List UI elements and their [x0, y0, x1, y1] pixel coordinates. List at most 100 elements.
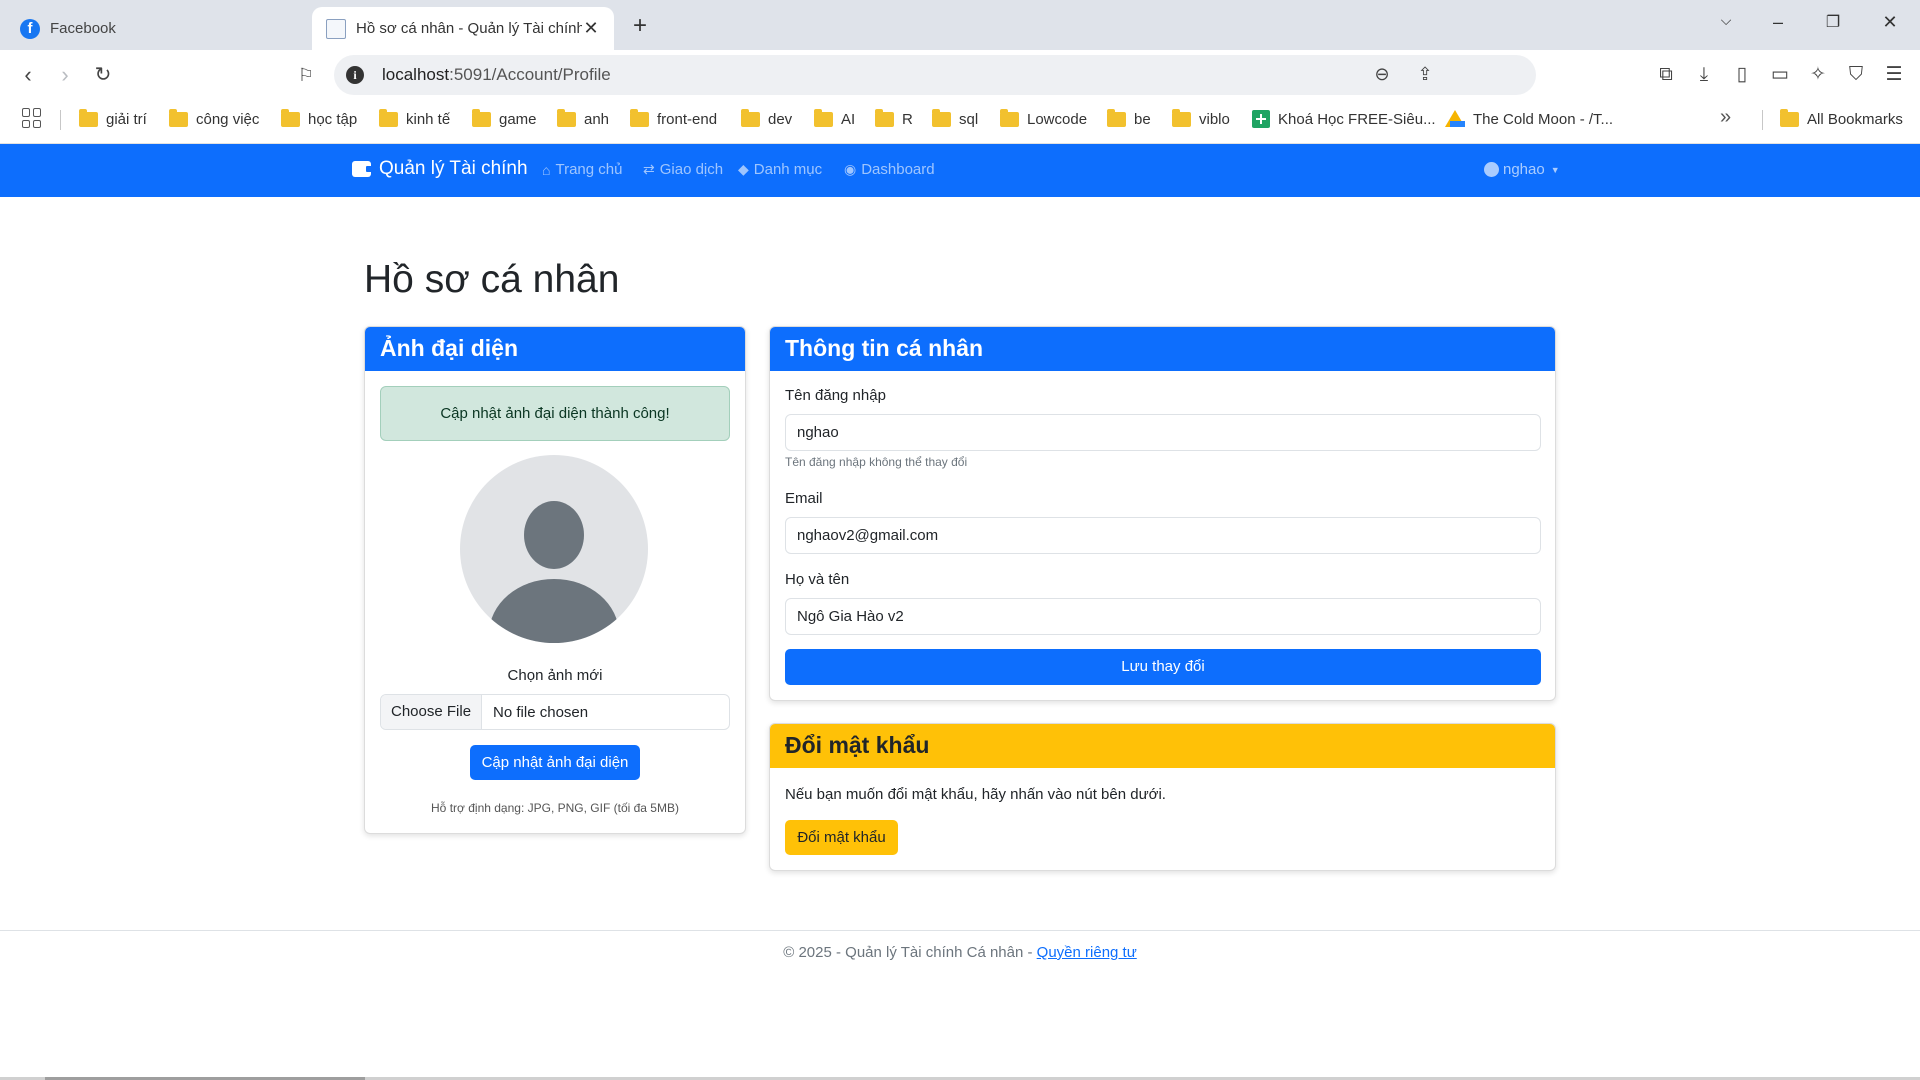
all-bookmarks[interactable]: All Bookmarks	[1780, 108, 1903, 130]
leo-ai-icon[interactable]: ✧	[1805, 62, 1831, 88]
file-input[interactable]: Choose File No file chosen	[380, 694, 730, 730]
gauge-icon: ◉	[844, 161, 857, 177]
format-hint: Hỗ trợ định dạng: JPG, PNG, GIF (tối đa …	[431, 801, 679, 815]
bookmark-label: công việc	[196, 110, 260, 128]
privacy-link[interactable]: Quyền riêng tư	[1037, 944, 1137, 961]
tab-facebook[interactable]: f Facebook	[6, 7, 306, 50]
apps-icon[interactable]	[22, 108, 42, 128]
exchange-icon: ⇄	[643, 161, 655, 177]
menu-icon[interactable]: ☰	[1881, 62, 1907, 88]
tags-icon: ◆	[738, 161, 749, 177]
bookmark-folder[interactable]: anh	[557, 108, 609, 130]
bookmark-folder[interactable]: game	[472, 108, 537, 130]
save-changes-button[interactable]: Lưu thay đổi	[785, 649, 1541, 685]
nav-categories[interactable]: ◆ Danh mục	[738, 161, 822, 178]
nav-label: Danh mục	[753, 161, 823, 178]
folder-icon	[557, 108, 576, 127]
update-avatar-button[interactable]: Cập nhật ảnh đại diện	[470, 745, 640, 780]
bookmark-folder[interactable]: viblo	[1172, 108, 1230, 130]
nav-label: Dashboard	[861, 161, 935, 178]
page-title: Hồ sơ cá nhân	[364, 258, 620, 301]
folder-icon	[814, 108, 833, 127]
brand-link[interactable]: Quản lý Tài chính	[352, 158, 528, 180]
bookmark-separator	[60, 110, 61, 130]
bookmark-folder[interactable]: dev	[741, 108, 792, 130]
bookmark-folder[interactable]: học tập	[281, 108, 357, 130]
folder-icon	[1107, 108, 1126, 127]
reload-button[interactable]: ↻	[89, 62, 117, 88]
bookmark-folder[interactable]: Lowcode	[1000, 108, 1087, 130]
bookmark-folder[interactable]: R	[875, 108, 913, 130]
sidebar-icon[interactable]: ▯	[1729, 62, 1755, 88]
tab-title: Facebook	[50, 20, 116, 37]
bookmark-label: Khoá Học FREE-Siêu...	[1278, 110, 1436, 128]
nav-transactions[interactable]: ⇄ Giao dịch	[643, 161, 723, 178]
drive-icon	[1445, 110, 1465, 128]
close-window-button[interactable]: ✕	[1878, 12, 1902, 33]
share-icon[interactable]: ⇪	[1413, 64, 1437, 86]
user-circle-icon	[1484, 162, 1499, 177]
footer: © 2025 - Quản lý Tài chính Cá nhân - Quy…	[0, 930, 1920, 1080]
folder-icon	[472, 108, 491, 127]
close-tab-icon[interactable]: ✕	[582, 18, 600, 39]
download-icon[interactable]: ⤓	[1691, 62, 1717, 88]
caret-down-icon: ▼	[1550, 164, 1560, 175]
folder-icon	[169, 108, 188, 127]
bookmark-page-icon[interactable]: ⚐	[292, 62, 320, 88]
bookmark-label: AI	[841, 110, 856, 128]
back-button[interactable]: ‹	[14, 62, 42, 88]
avatar-head-shape	[524, 501, 584, 569]
username-field[interactable]: nghao	[785, 414, 1541, 451]
zoom-icon[interactable]: ⊖	[1370, 64, 1394, 86]
address-bar[interactable]: i localhost:5091/Account/Profile ⊖ ⇪	[334, 55, 1536, 95]
app-navbar: Quản lý Tài chính ⌂ Trang chủ ⇄ Giao dịch …	[0, 144, 1920, 197]
tab-profile[interactable]: Hồ sơ cá nhân - Quản lý Tài chính ✕	[312, 7, 614, 50]
restore-button[interactable]: ❐	[1821, 12, 1845, 32]
forward-button[interactable]: ›	[51, 62, 79, 88]
bookmark-folder[interactable]: giải trí	[79, 108, 147, 130]
user-name: nghao	[1503, 161, 1545, 178]
bookmark-folder[interactable]: AI	[814, 108, 855, 130]
bookmark-label: viblo	[1199, 110, 1230, 128]
nav-dashboard[interactable]: ◉ Dashboard	[844, 161, 935, 178]
nav-home[interactable]: ⌂ Trang chủ	[542, 161, 622, 178]
nav-label: Trang chủ	[555, 161, 623, 178]
email-field[interactable]: nghaov2@gmail.com	[785, 517, 1541, 554]
vpn-icon[interactable]: ⛉	[1843, 62, 1869, 88]
avatar-card-header: Ảnh đại diện	[365, 327, 745, 371]
bookmark-folder[interactable]: be	[1107, 108, 1151, 130]
bookmark-folder[interactable]: front-end	[630, 108, 717, 130]
brand-label: Quản lý Tài chính	[379, 158, 528, 179]
minimize-button[interactable]: –	[1766, 12, 1790, 33]
bookmark-label: học tập	[308, 110, 358, 128]
nav-label: Giao dịch	[659, 161, 724, 178]
user-menu[interactable]: nghao ▼	[1484, 161, 1560, 178]
bookmark-folder[interactable]: kinh tế	[379, 108, 450, 130]
bookmark-label: giải trí	[106, 110, 147, 128]
tab-search-icon[interactable]: ⌵	[1714, 12, 1738, 29]
bookmark-link[interactable]: Khoá Học FREE-Siêu...	[1252, 108, 1436, 130]
avatar-body-shape	[489, 579, 619, 643]
extensions-icon[interactable]: ⧉	[1653, 62, 1679, 88]
wallet-icon[interactable]: ▭	[1767, 62, 1793, 88]
bookmark-label: sql	[959, 110, 979, 128]
bookmark-folder[interactable]: sql	[932, 108, 978, 130]
folder-icon	[741, 108, 760, 127]
bookmark-label: front-end	[657, 110, 718, 128]
bookmark-label: The Cold Moon - /T...	[1473, 110, 1614, 128]
fullname-field[interactable]: Ngô Gia Hào v2	[785, 598, 1541, 635]
bookmark-label: dev	[768, 110, 793, 128]
url-text[interactable]: localhost:5091/Account/Profile	[382, 65, 611, 85]
bookmark-link[interactable]: The Cold Moon - /T...	[1445, 108, 1613, 130]
choose-file-button[interactable]: Choose File	[381, 695, 483, 729]
more-bookmarks-icon[interactable]: »	[1720, 106, 1731, 129]
bookmark-folder[interactable]: công việc	[169, 108, 259, 130]
file-status: No file chosen	[493, 703, 589, 721]
site-info-icon[interactable]: i	[346, 66, 364, 84]
change-password-button[interactable]: Đổi mật khẩu	[785, 820, 898, 855]
avatar	[460, 455, 648, 643]
new-tab-button[interactable]: +	[628, 12, 652, 40]
email-label: Email	[785, 490, 823, 507]
bookmark-label: be	[1134, 110, 1151, 128]
password-text: Nếu bạn muốn đổi mật khẩu, hãy nhấn vào …	[785, 786, 1166, 803]
